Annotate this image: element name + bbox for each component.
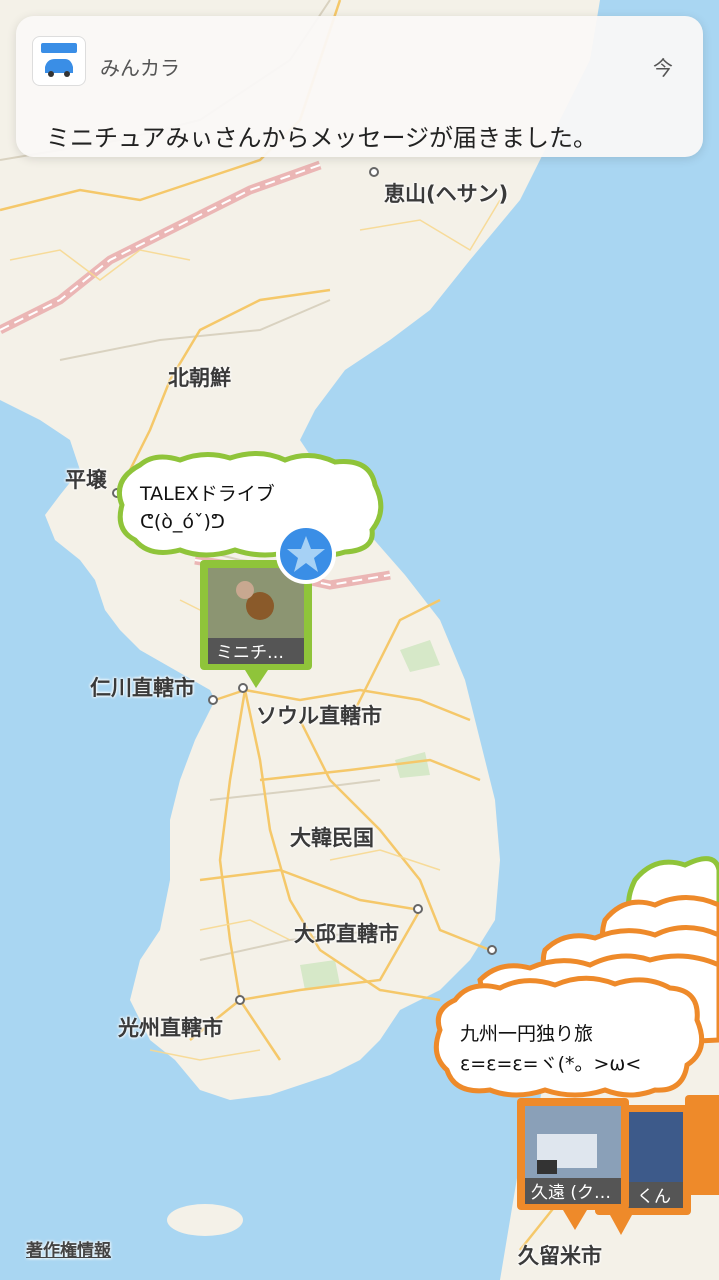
favorite-star-badge[interactable] bbox=[276, 524, 336, 584]
label-gwangju: 光州直轄市 bbox=[118, 1016, 223, 1040]
pin-talex-title: TALEXドライブ bbox=[139, 482, 275, 505]
hyesan-dot bbox=[369, 167, 379, 177]
daegu-dot bbox=[413, 904, 423, 914]
pin-talex-caption: ミニチ… bbox=[216, 643, 284, 663]
copyright-link[interactable]: 著作権情報 bbox=[26, 1236, 111, 1261]
map-pin-talex[interactable]: TALEXドライブ ᕦ(ò_óˇ)ᕤ ミニチ… bbox=[110, 450, 390, 710]
pin-kyushu-subtitle: ε=ε=ε=ヾ(*。>ω< bbox=[460, 1053, 641, 1075]
label-south-korea: 大韓民国 bbox=[290, 826, 374, 850]
pin-talex-subtitle: ᕦ(ò_óˇ)ᕤ bbox=[140, 511, 225, 533]
gwangju-dot bbox=[235, 995, 245, 1005]
land-jeju bbox=[167, 1204, 243, 1236]
pin-kyushu-caption: 久遠 (ク… bbox=[531, 1183, 611, 1203]
label-north-korea: 北朝鮮 bbox=[168, 366, 231, 390]
label-hyesan: 恵山(ヘサン) bbox=[384, 182, 509, 206]
notification-banner[interactable]: みんカラ 今 ミニチュアみぃさんからメッセージが届きました。 bbox=[16, 16, 703, 157]
notification-message: ミニチュアみぃさんからメッセージが届きました。 bbox=[46, 124, 598, 152]
app-icon bbox=[32, 36, 86, 86]
pin-kyushu-title: 九州一円独り旅 bbox=[460, 1023, 593, 1045]
notification-time: 今 bbox=[653, 56, 673, 80]
label-pyongyang: 平壌 bbox=[65, 468, 107, 492]
pin-kyushu-behind-caption: くん bbox=[637, 1187, 671, 1207]
map-pin-cluster-kyushu[interactable]: 九州一円独り旅 ε=ε=ε=ヾ(*。>ω< くん 久遠 (ク… bbox=[425, 850, 719, 1250]
label-daegu: 大邱直轄市 bbox=[294, 922, 399, 946]
notification-app-name: みんカラ bbox=[100, 56, 180, 80]
